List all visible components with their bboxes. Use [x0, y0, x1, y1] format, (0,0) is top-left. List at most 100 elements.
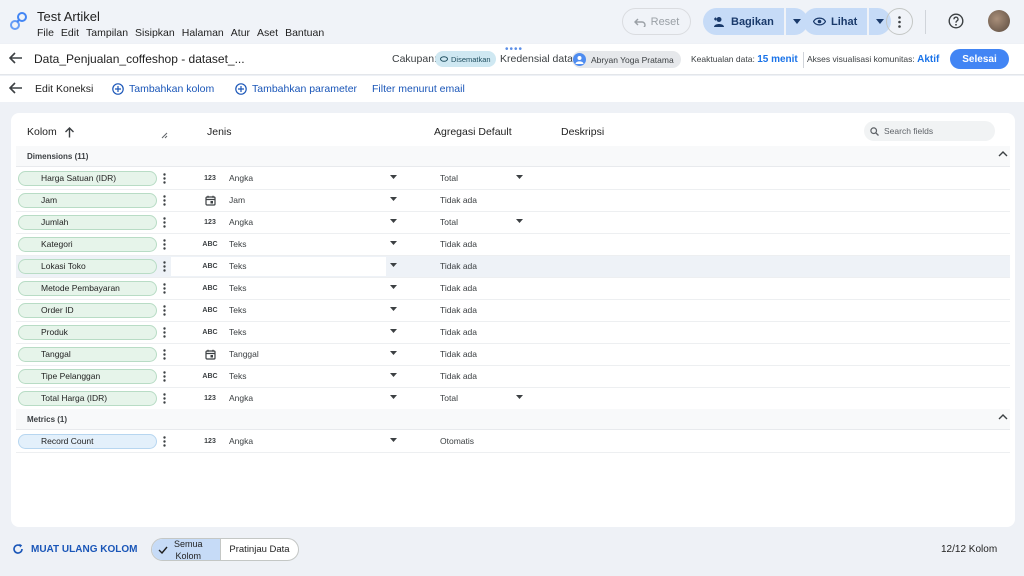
freshness-value[interactable]: 15 menit — [757, 54, 798, 65]
community-value[interactable]: Aktif — [917, 54, 939, 65]
data-preview-tab[interactable]: Pratinjau Data — [220, 539, 298, 560]
aggregation-value[interactable]: Tidak ada — [440, 283, 477, 293]
view-button[interactable]: Lihat — [803, 8, 868, 35]
more-vert-icon[interactable] — [163, 217, 166, 228]
all-fields-tab[interactable]: Semua Kolom — [152, 539, 220, 560]
aggregation-value[interactable]: Tidak ada — [440, 371, 477, 381]
caret-down-icon[interactable] — [390, 175, 397, 179]
field-name-chip[interactable]: Record Count — [18, 434, 157, 449]
field-name-chip[interactable]: Jam — [18, 193, 157, 208]
done-button[interactable]: Selesai — [950, 49, 1009, 69]
community-access[interactable]: Akses visualisasi komunitas: Aktif — [807, 54, 939, 65]
reset-button[interactable]: Reset — [622, 8, 691, 35]
field-name-chip[interactable]: Lokasi Toko — [18, 259, 157, 274]
document-title[interactable]: Test Artikel — [37, 9, 100, 24]
looker-studio-logo-icon[interactable] — [9, 11, 29, 31]
aggregation-value[interactable]: Tidak ada — [440, 261, 477, 271]
field-name-chip[interactable]: Order ID — [18, 303, 157, 318]
caret-down-icon[interactable] — [516, 175, 523, 179]
field-name-chip[interactable]: Tanggal — [18, 347, 157, 362]
aggregation-value[interactable]: Tidak ada — [440, 305, 477, 315]
more-vert-icon[interactable] — [163, 327, 166, 338]
aggregation-value[interactable]: Total — [440, 393, 458, 403]
field-row[interactable]: Harga Satuan (IDR) 123 Angka Total — [16, 168, 1010, 190]
caret-down-icon[interactable] — [390, 351, 397, 355]
scope-chip[interactable]: Disematkan — [435, 51, 496, 67]
menu-view[interactable]: Tampilan — [86, 27, 128, 39]
credential-chip[interactable]: Abryan Yoga Pratama — [572, 51, 681, 68]
field-row[interactable]: Jam Jam Tidak ada — [16, 190, 1010, 212]
more-vert-icon[interactable] — [163, 173, 166, 184]
aggregation-value[interactable]: Total — [440, 173, 458, 183]
chevron-up-icon[interactable] — [998, 150, 1008, 157]
field-name-chip[interactable]: Jumlah — [18, 215, 157, 230]
field-row[interactable]: Metode Pembayaran ABC Teks Tidak ada — [16, 278, 1010, 300]
more-vert-icon[interactable] — [163, 305, 166, 316]
field-row[interactable]: Lokasi Toko ABC Teks Tidak ada — [16, 256, 1010, 278]
aggregation-value[interactable]: Tidak ada — [440, 349, 477, 359]
aggregation-value[interactable]: Tidak ada — [440, 195, 477, 205]
more-vert-icon[interactable] — [163, 436, 166, 447]
field-name-chip[interactable]: Produk — [18, 325, 157, 340]
user-avatar[interactable] — [988, 10, 1010, 32]
field-name-chip[interactable]: Tipe Pelanggan — [18, 369, 157, 384]
field-row[interactable]: Kategori ABC Teks Tidak ada — [16, 234, 1010, 256]
field-name-chip[interactable]: Harga Satuan (IDR) — [18, 171, 157, 186]
caret-down-icon[interactable] — [390, 197, 397, 201]
caret-down-icon[interactable] — [390, 241, 397, 245]
search-fields-input[interactable]: Search fields — [864, 121, 995, 141]
field-name-chip[interactable]: Kategori — [18, 237, 157, 252]
data-freshness[interactable]: Keaktualan data: 15 menit — [691, 54, 798, 65]
field-name-chip[interactable]: Total Harga (IDR) — [18, 391, 157, 406]
more-options-button[interactable] — [886, 8, 913, 35]
field-row[interactable]: Tipe Pelanggan ABC Teks Tidak ada — [16, 366, 1010, 388]
aggregation-value[interactable]: Tidak ada — [440, 239, 477, 249]
field-row[interactable]: Tanggal Tanggal Tidak ada — [16, 344, 1010, 366]
field-row[interactable]: Produk ABC Teks Tidak ada — [16, 322, 1010, 344]
add-field-button[interactable]: Tambahkan kolom — [112, 83, 214, 95]
more-vert-icon[interactable] — [163, 283, 166, 294]
edit-connection-button[interactable]: Edit Koneksi — [35, 83, 93, 95]
filter-by-email-button[interactable]: Filter menurut email — [372, 83, 465, 95]
menu-page[interactable]: Halaman — [182, 27, 224, 39]
datasource-title[interactable]: Data_Penjualan_coffeshop - dataset_... — [34, 52, 245, 66]
chevron-up-icon[interactable] — [998, 413, 1008, 420]
back-arrow-icon[interactable] — [9, 52, 23, 64]
caret-down-icon[interactable] — [390, 219, 397, 223]
dimensions-group-header[interactable]: Dimensions (11) — [16, 146, 1010, 167]
caret-down-icon[interactable] — [390, 438, 397, 442]
metrics-group-header[interactable]: Metrics (1) — [16, 409, 1010, 430]
caret-down-icon[interactable] — [516, 395, 523, 399]
caret-down-icon[interactable] — [390, 263, 397, 267]
refresh-fields-button[interactable]: MUAT ULANG KOLOM — [12, 543, 137, 555]
field-column-header[interactable]: Kolom — [27, 126, 75, 138]
more-vert-icon[interactable] — [163, 371, 166, 382]
more-vert-icon[interactable] — [163, 349, 166, 360]
add-parameter-button[interactable]: Tambahkan parameter — [235, 83, 357, 95]
share-button[interactable]: Bagikan — [703, 8, 784, 35]
more-vert-icon[interactable] — [163, 393, 166, 404]
caret-down-icon[interactable] — [390, 307, 397, 311]
menu-resources[interactable]: Aset — [257, 27, 278, 39]
back-arrow-icon[interactable] — [9, 82, 23, 94]
caret-down-icon[interactable] — [390, 329, 397, 333]
field-row[interactable]: Jumlah 123 Angka Total — [16, 212, 1010, 234]
more-vert-icon[interactable] — [163, 239, 166, 250]
menu-help[interactable]: Bantuan — [285, 27, 324, 39]
help-icon[interactable] — [948, 13, 964, 29]
menu-insert[interactable]: Sisipkan — [135, 27, 175, 39]
field-name-chip[interactable]: Metode Pembayaran — [18, 281, 157, 296]
menu-file[interactable]: File — [37, 27, 54, 39]
sort-ascending-icon[interactable] — [64, 126, 75, 138]
field-row[interactable]: Order ID ABC Teks Tidak ada — [16, 300, 1010, 322]
caret-down-icon[interactable] — [390, 285, 397, 289]
field-row[interactable]: Record Count 123 Angka Otomatis — [16, 431, 1010, 453]
caret-down-icon[interactable] — [390, 395, 397, 399]
more-vert-icon[interactable] — [163, 195, 166, 206]
field-row[interactable]: Total Harga (IDR) 123 Angka Total — [16, 388, 1010, 410]
aggregation-value[interactable]: Total — [440, 217, 458, 227]
aggregation-value[interactable]: Otomatis — [440, 436, 474, 446]
aggregation-value[interactable]: Tidak ada — [440, 327, 477, 337]
more-vert-icon[interactable] — [163, 261, 166, 272]
caret-down-icon[interactable] — [516, 219, 523, 223]
